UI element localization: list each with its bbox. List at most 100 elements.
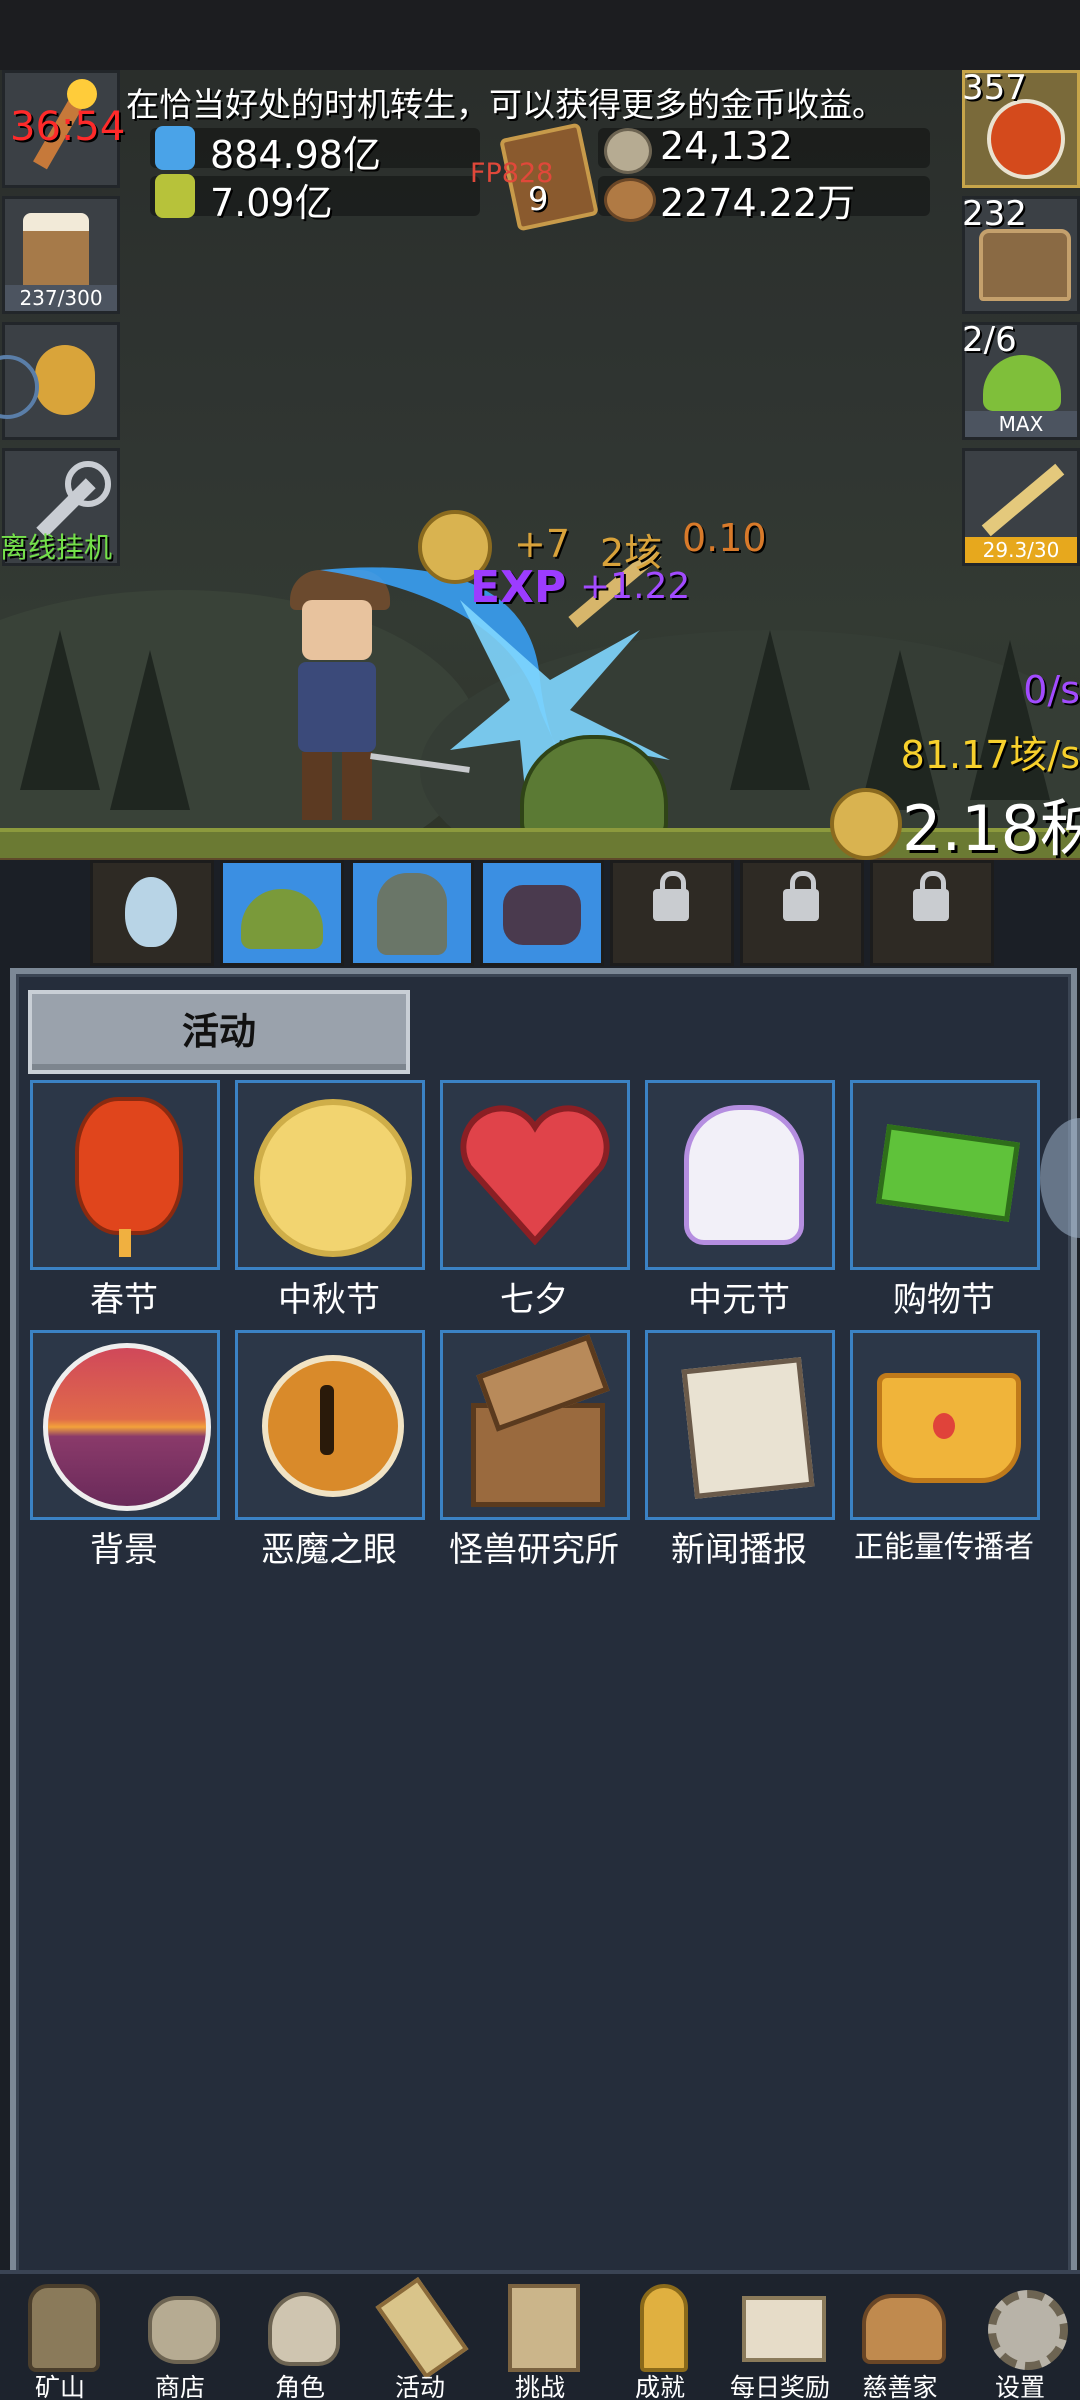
moon-icon <box>254 1099 412 1257</box>
activity-label: 正能量传播者 <box>854 1530 1034 1565</box>
monster-slot-zombie[interactable] <box>350 860 474 966</box>
gold-coin-icon <box>830 788 902 860</box>
cash-icon <box>876 1124 1020 1222</box>
sword-count: 29.3/30 <box>965 537 1077 563</box>
sunset-icon <box>43 1343 211 1511</box>
heart-icon <box>460 1105 610 1245</box>
nav-label: 活动 <box>394 2373 445 2400</box>
activity-shopping-festival[interactable] <box>850 1080 1040 1270</box>
status-bar <box>0 0 1080 70</box>
sword-button[interactable]: 29.3/30 <box>962 448 1080 566</box>
crown-gem <box>933 1413 955 1439</box>
nav-daily-reward[interactable]: 每日奖励 <box>720 2276 840 2400</box>
beer-button[interactable]: 237/300 <box>2 196 120 314</box>
activity-label: 怪兽研究所 <box>449 1530 619 1570</box>
zombie-monster-icon <box>377 873 447 955</box>
nav-challenge[interactable]: 挑战 <box>480 2276 600 2400</box>
golden-key-icon <box>35 345 95 415</box>
tree <box>20 630 100 790</box>
lantern-tassel <box>119 1229 131 1257</box>
chest-count: 232 <box>962 194 1027 234</box>
blue-potion-icon <box>155 126 195 170</box>
monster-slot-locked[interactable] <box>740 860 864 966</box>
lantern-icon <box>75 1097 183 1235</box>
offline-label[interactable]: 离线挂机 <box>0 526 112 566</box>
nav-label: 角色 <box>274 2373 325 2400</box>
nav-activity[interactable]: 活动 <box>360 2276 480 2400</box>
crate-icon <box>471 1403 605 1507</box>
exp-value: +1.22 <box>580 566 691 607</box>
activity-label: 购物节 <box>893 1280 995 1320</box>
timer-ring-icon <box>0 355 39 419</box>
nav-achievement[interactable]: 成就 <box>600 2276 720 2400</box>
egg-icon <box>125 877 177 947</box>
nav-shop[interactable]: 商店 <box>120 2276 240 2400</box>
key-chest-button[interactable] <box>0 322 120 440</box>
monster-slot-slime[interactable] <box>220 860 344 966</box>
key-icon <box>640 2284 688 2372</box>
monster-slot-egg[interactable] <box>90 860 214 966</box>
activity-label: 中秋节 <box>278 1280 380 1320</box>
slime-count: 2/6 <box>962 320 1017 360</box>
activity-spring-festival[interactable] <box>30 1080 220 1270</box>
golden-sword-icon <box>981 463 1065 537</box>
torch-timer: 36:54 <box>10 104 126 150</box>
monster-slot-bat[interactable] <box>480 860 604 966</box>
nav-philanthropist[interactable]: 慈善家 <box>840 2276 960 2400</box>
scroll-icon <box>375 2277 469 2379</box>
nav-label: 成就 <box>634 2373 685 2400</box>
nav-label: 设置 <box>994 2373 1045 2400</box>
nav-label: 矿山 <box>34 2373 85 2400</box>
nav-mine[interactable]: 矿山 <box>0 2276 120 2400</box>
map-icon <box>508 2284 580 2372</box>
yellow-potion-value: 7.09亿 <box>210 181 333 225</box>
lock-icon <box>913 871 949 921</box>
activity-label: 新闻播报 <box>671 1530 807 1570</box>
silver-coin-value: 24,132 <box>660 124 793 168</box>
nav-label: 慈善家 <box>862 2373 938 2400</box>
activity-label: 中元节 <box>688 1280 790 1320</box>
tree <box>110 650 190 810</box>
bread-value: 2274.22万 <box>660 181 856 225</box>
book-level-text: 9 <box>528 180 549 218</box>
nav-character[interactable]: 角色 <box>240 2276 360 2400</box>
bread-icon <box>862 2294 946 2364</box>
slime-icon <box>983 355 1061 411</box>
exp-label: EXP <box>470 562 567 613</box>
activity-mid-autumn[interactable] <box>235 1080 425 1270</box>
lantern-icon <box>28 2284 100 2372</box>
activity-positive-energy[interactable] <box>850 1330 1040 1520</box>
activity-demon-eye[interactable] <box>235 1330 425 1520</box>
activity-monster-lab[interactable] <box>440 1330 630 1520</box>
nav-settings[interactable]: 设置 <box>960 2276 1080 2400</box>
gear-icon <box>988 2290 1068 2370</box>
skull-icon <box>268 2292 340 2366</box>
activity-background[interactable] <box>30 1330 220 1520</box>
game-screen: { "tip": "在恰当好处的时机转生，可以获得更多的金币收益。", "res… <box>0 0 1080 2400</box>
activity-label: 春节 <box>90 1280 158 1320</box>
demon-eye-pupil <box>320 1385 334 1455</box>
lock-icon <box>653 871 689 921</box>
yellow-potion-icon <box>155 174 195 218</box>
ghost-icon <box>684 1105 804 1245</box>
monster-slot-locked[interactable] <box>870 860 994 966</box>
nav-label: 商店 <box>154 2373 205 2400</box>
silver-coin-icon <box>604 128 652 174</box>
monster-slot-locked[interactable] <box>610 860 734 966</box>
activity-news[interactable] <box>645 1330 835 1520</box>
nav-label: 每日奖励 <box>729 2373 830 2400</box>
stone-icon <box>148 2296 220 2364</box>
rate-purple: 0/s <box>1023 668 1080 712</box>
panel-title: 活动 <box>28 990 410 1074</box>
activity-qixi[interactable] <box>440 1080 630 1270</box>
bread-icon <box>604 178 656 222</box>
potion-count: 357 <box>962 68 1027 108</box>
gain-orange-text: 0.10 <box>682 516 767 560</box>
gain-gold-text: +7 <box>514 522 571 566</box>
blue-potion-value: 884.98亿 <box>210 133 381 177</box>
nav-label: 挑战 <box>514 2373 565 2400</box>
slime-monster-icon <box>241 889 323 949</box>
beer-count: 237/300 <box>5 285 117 311</box>
gold-total: 2.18秭 <box>902 792 1080 865</box>
activity-ghost-festival[interactable] <box>645 1080 835 1270</box>
